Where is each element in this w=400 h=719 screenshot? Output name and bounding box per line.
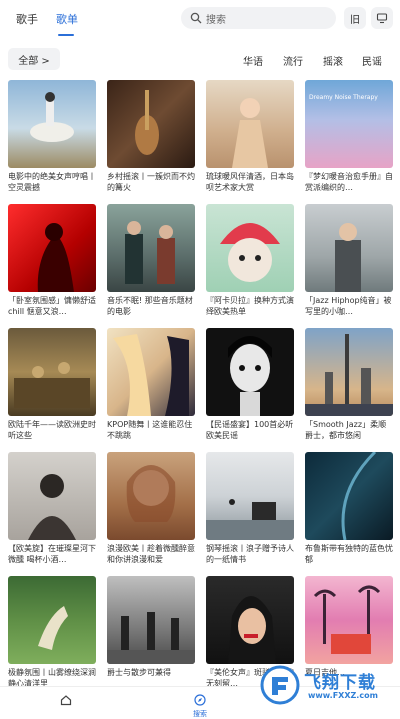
playlist-card[interactable]: 钢琴摇滚丨浪子赠予诗人的一纸情书 — [206, 452, 296, 565]
playlist-card[interactable]: 『阿卡贝拉』换种方式演绎欧美热单 — [206, 204, 296, 317]
playlist-cover — [305, 452, 393, 540]
playlist-title: 「Smooth Jazz」柔顺爵士，都市悠闲 — [305, 420, 387, 440]
playlist-card[interactable]: 电影中的绝美女声哼唱丨空灵震撼 — [8, 80, 98, 193]
active-tab-indicator — [58, 34, 74, 36]
playlist-cover — [206, 204, 294, 292]
playlist-card[interactable]: 「卧室氛围感」慵懒舒适chill 惬意又浪… — [8, 204, 98, 317]
screen-button[interactable] — [371, 7, 393, 29]
watermark-url: www.FXXZ.com — [308, 691, 378, 700]
tab-singers[interactable]: 歌手 — [16, 11, 38, 27]
playlist-cover — [107, 204, 195, 292]
playlist-cover — [107, 328, 195, 416]
playlist-title: 「卧室氛围感」慵懒舒适chill 惬意又浪… — [8, 296, 96, 316]
playlist-title: 音乐不眠! 那些音乐题材的电影 — [107, 296, 193, 316]
playlist-card[interactable]: 「Jazz Hiphop纯音」被写里的小咖… — [305, 204, 395, 317]
playlist-card[interactable]: 浪漫欧美丨趁着微醺醉意和你讲浪漫和爱 — [107, 452, 197, 565]
all-categories-button[interactable]: 全部 > — [8, 48, 60, 70]
playlist-cover — [107, 576, 195, 664]
playlist-cover — [206, 328, 294, 416]
search-input[interactable]: 搜索 — [181, 7, 336, 29]
playlist-cover — [305, 204, 393, 292]
playlist-card[interactable]: 乡村摇滚丨一簇炽而不灼的篝火 — [107, 80, 197, 193]
nav-explore[interactable]: 搜索 — [180, 691, 220, 719]
cover-caption: Dreamy Noise Therapy — [309, 94, 378, 101]
playlist-cover — [305, 576, 393, 664]
watermark-text: 飞翔下载 — [304, 673, 376, 693]
watermark-badge-icon — [260, 665, 300, 705]
filter-bar: 全部 > 华语 流行 摇滚 民谣 — [0, 44, 400, 72]
nav-explore-label: 搜索 — [193, 710, 207, 718]
playlist-cover — [107, 452, 195, 540]
search-placeholder: 搜索 — [206, 15, 226, 26]
playlist-cover — [8, 452, 96, 540]
tab-playlists[interactable]: 歌单 — [56, 11, 78, 27]
playlist-cover — [8, 328, 96, 416]
search-icon — [190, 12, 202, 24]
genre-chinese[interactable]: 华语 — [243, 53, 263, 68]
playlist-card[interactable]: KPOP随舞丨这谁能忍住不跳跳 — [107, 328, 197, 441]
playlist-card[interactable]: 【民谣盛宴】100首必听欧美民谣 — [206, 328, 296, 441]
playlist-card[interactable]: 爵士与散步可兼得 — [107, 576, 197, 689]
home-icon — [60, 695, 72, 706]
playlist-card[interactable]: 极静氛围丨山雾缭绕深涧静心清洋里 — [8, 576, 98, 689]
playlist-cover: Dreamy Noise Therapy — [305, 80, 393, 168]
playlist-title: 电影中的绝美女声哼唱丨空灵震撼 — [8, 172, 96, 192]
playlist-card[interactable]: Dreamy Noise Therapy 『梦幻暖音治愈手册』自赏派编织的… — [305, 80, 395, 193]
playlist-cover — [206, 576, 294, 664]
playlist-title: 钢琴摇滚丨浪子赠予诗人的一纸情书 — [206, 544, 294, 564]
playlist-card[interactable]: 欧陆千年——读欧洲史时听这些 — [8, 328, 98, 441]
nav-home[interactable] — [46, 691, 86, 710]
playlist-title: 乡村摇滚丨一簇炽而不灼的篝火 — [107, 172, 195, 192]
playlist-cover — [206, 80, 294, 168]
playlist-title: 『阿卡贝拉』换种方式演绎欧美热单 — [206, 296, 294, 316]
history-button[interactable]: 旧 — [344, 7, 366, 29]
genre-pop[interactable]: 流行 — [283, 53, 303, 68]
playlist-card[interactable]: 琉球暖风伴清酒，日本岛呗艺术家大赏 — [206, 80, 296, 193]
playlist-cover — [107, 80, 195, 168]
playlist-cover — [206, 452, 294, 540]
playlist-title: 【民谣盛宴】100首必听欧美民谣 — [206, 420, 294, 440]
watermark-logo: 飞翔下载 www.FXXZ.com — [260, 664, 398, 706]
playlist-card[interactable]: 音乐不眠! 那些音乐题材的电影 — [107, 204, 197, 317]
playlist-title: 布鲁斯带有独特的蓝色忧郁 — [305, 544, 393, 564]
compass-icon — [194, 694, 206, 706]
playlist-title: KPOP随舞丨这谁能忍住不跳跳 — [107, 420, 193, 440]
playlist-title: 琉球暖风伴清酒，日本岛呗艺术家大赏 — [206, 172, 294, 192]
playlist-cover — [8, 576, 96, 664]
genre-rock[interactable]: 摇滚 — [323, 53, 343, 68]
playlist-cover — [305, 328, 393, 416]
monitor-icon — [376, 13, 388, 24]
playlist-cover — [8, 80, 96, 168]
playlist-title: 欧陆千年——读欧洲史时听这些 — [8, 420, 96, 440]
playlist-title: 浪漫欧美丨趁着微醺醉意和你讲浪漫和爱 — [107, 544, 195, 564]
playlist-title: 『梦幻暖音治愈手册』自赏派编织的… — [305, 172, 393, 192]
playlist-title: 【欧美旋】在璀璨星河下微醺 喝杯小酒… — [8, 544, 96, 564]
playlist-card[interactable]: 「Smooth Jazz」柔顺爵士，都市悠闲 — [305, 328, 395, 441]
playlist-card[interactable]: 布鲁斯带有独特的蓝色忧郁 — [305, 452, 395, 565]
genre-folk[interactable]: 民谣 — [362, 53, 382, 68]
top-bar: 歌手 歌单 搜索 旧 — [0, 0, 400, 40]
playlist-cover — [8, 204, 96, 292]
playlist-title: 「Jazz Hiphop纯音」被写里的小咖… — [305, 296, 392, 316]
playlist-card[interactable]: 【欧美旋】在璀璨星河下微醺 喝杯小酒… — [8, 452, 98, 565]
